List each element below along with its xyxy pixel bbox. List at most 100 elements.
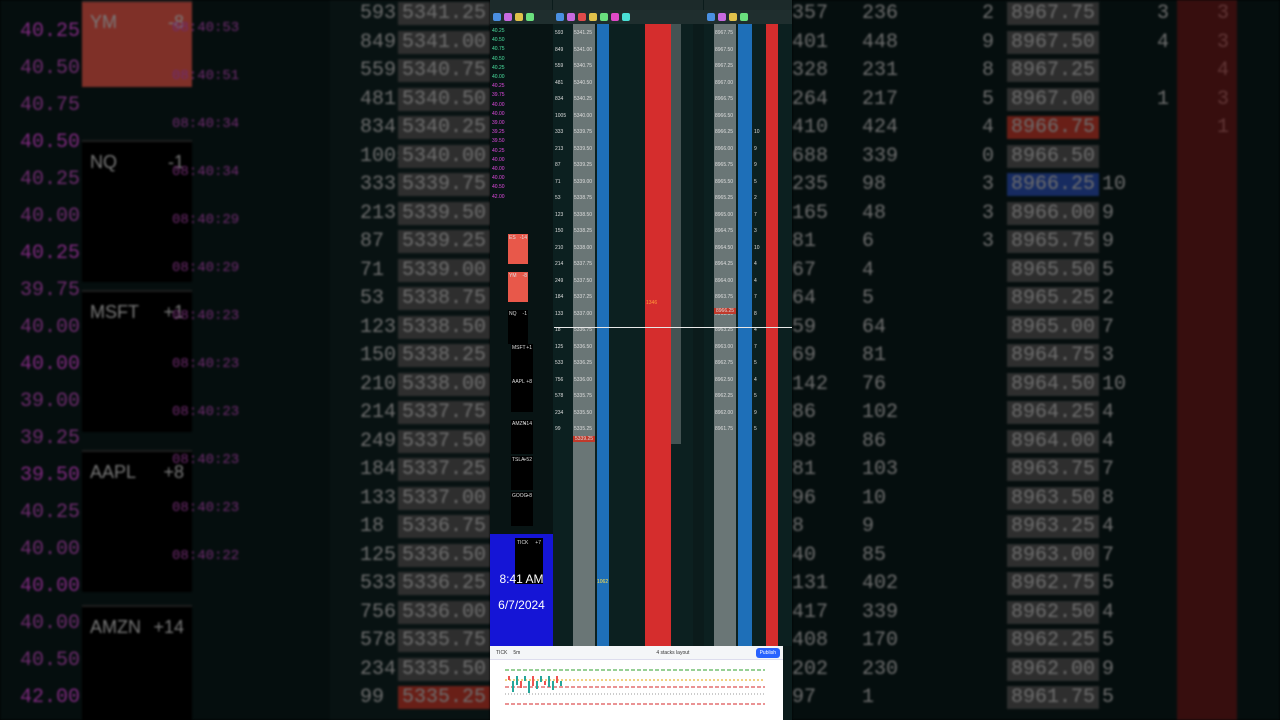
candle <box>560 681 562 686</box>
pencil-icon[interactable] <box>740 13 748 21</box>
link-icon[interactable] <box>556 13 564 21</box>
bg-dom-qty: 849 <box>360 30 397 54</box>
dom2-toolbar <box>704 10 792 24</box>
dom-price: 5337.75 <box>574 261 593 267</box>
chart-canvas[interactable] <box>490 660 783 720</box>
bg-dom-price: 5338.25 <box>398 344 490 367</box>
symbol-search[interactable]: TICK <box>496 650 507 656</box>
bg-r-qty: 328 <box>792 59 829 82</box>
settings-icon[interactable] <box>515 13 523 21</box>
dom-qty: 53 <box>555 195 561 201</box>
dom-bid: 10 <box>754 129 760 135</box>
mini-tile-change: +14 <box>523 421 532 427</box>
bg-dom-qty: 53 <box>360 287 385 310</box>
discord-icon[interactable] <box>718 13 726 21</box>
bg-ts-price: 40.25 <box>20 242 81 265</box>
bg-r-vol: 76 <box>862 372 887 396</box>
bg-r-price: 8967.25 <box>1007 59 1100 82</box>
dom-bid: 5 <box>754 178 757 185</box>
dom-qty: 578 <box>555 393 564 399</box>
bg-r-vol: 217 <box>862 87 899 111</box>
bg-dom-qty: 559 <box>360 59 397 82</box>
bg-dom-price: 5340.25 <box>398 116 490 139</box>
dollar-icon[interactable] <box>622 13 630 21</box>
dom-price: 8962.00 <box>715 409 734 416</box>
bg-ts-price: 39.25 <box>20 427 81 450</box>
discord-icon[interactable] <box>504 13 512 21</box>
bg-ts-price: 40.25 <box>20 20 81 43</box>
dom-price: 5335.25 <box>574 426 593 432</box>
mini-tile-change: +1 <box>526 345 532 351</box>
mini-symbol-tile: NQ -1 <box>508 310 528 344</box>
layout-selector[interactable]: 4 stacks layout <box>656 650 689 656</box>
bg-r-vol: 9 <box>862 515 875 538</box>
dom-price: 5338.00 <box>574 244 593 251</box>
pin-icon[interactable] <box>611 13 619 21</box>
nq-dom-ladder[interactable]: 8967.75 8967.50 8967.25 8967.00 8966.75 8966.… <box>704 24 792 646</box>
chart-toolbar: TICK 5m 4 stacks layout <box>490 646 783 660</box>
dom-price: 5341.25 <box>574 30 593 36</box>
ts-row: 39.75 <box>492 92 510 98</box>
dom-qty: 71 <box>555 178 561 185</box>
ts-row: 40.75 <box>492 46 510 52</box>
dom-price: 5340.75 <box>574 63 593 69</box>
bg-r-bid: 7 <box>1102 458 1115 481</box>
bg-r-qty: 69 <box>792 344 817 367</box>
bg-dom-qty: 578 <box>360 629 397 652</box>
tick-chart[interactable]: TICK 5m 4 stacks layout Publish <box>490 646 783 720</box>
bg-dom-price: 5339.75 <box>398 173 490 196</box>
discord-icon[interactable] <box>567 13 575 21</box>
dom-price: 5339.00 <box>574 178 593 185</box>
bg-r-qty: 40 <box>792 543 817 567</box>
bg-r-vol: 402 <box>862 572 899 595</box>
candle <box>536 681 538 689</box>
lock-icon[interactable] <box>729 13 737 21</box>
bg-tile-symbol: AAPL <box>90 462 137 482</box>
bg-r-price: 8965.00 <box>1007 315 1100 339</box>
dom-qty: 249 <box>555 277 564 284</box>
clock-time: 8:41 AM <box>499 572 544 586</box>
dom-price: 8964.25 <box>715 261 734 267</box>
bg-r-qty: 86 <box>792 401 817 424</box>
link-icon[interactable] <box>493 13 501 21</box>
pencil-icon[interactable] <box>600 13 608 21</box>
dom-price: 5335.75 <box>574 393 593 399</box>
mini-tile-change: -1 <box>522 311 527 317</box>
bg-r-vol: 424 <box>862 116 899 139</box>
large-volume-es-2: 1062 <box>597 579 609 585</box>
dom-price: 8961.75 <box>715 426 734 432</box>
interval-selector[interactable]: 5m <box>513 650 520 656</box>
bg-r-vol: 64 <box>862 315 887 339</box>
dom-price: 8964.00 <box>715 277 734 284</box>
bg-r-bid: 4 <box>1102 600 1115 624</box>
lock-icon[interactable] <box>589 13 597 21</box>
mini-tile-symbol: GOOG <box>512 493 528 499</box>
bg-tile-symbol: NQ <box>90 152 117 172</box>
mini-tile-symbol: MSFT <box>512 345 526 351</box>
bg-ts-time: 08:40:22 <box>172 548 240 564</box>
bg-r-bid: 5 <box>1102 629 1115 652</box>
ts-row: 39.00 <box>492 120 510 126</box>
bg-dom-price: 5336.50 <box>398 543 490 567</box>
dom-price: 8967.50 <box>715 46 734 53</box>
bg-dom-price: 5335.75 <box>398 629 490 652</box>
mini-tile-symbol: NQ <box>509 311 517 317</box>
bg-dom-price: 5337.50 <box>398 429 490 453</box>
bg-r-price: 8962.75 <box>1007 572 1100 595</box>
bg-r-side: 9 <box>982 30 995 54</box>
bg-dom-qty: 834 <box>360 116 397 139</box>
bg-r-bid: 10 <box>1102 372 1127 396</box>
record-icon[interactable] <box>578 13 586 21</box>
es-dom-ladder[interactable]: 593 5341.25 849 5341.00 559 5340.75 481 5340.50… <box>553 24 693 646</box>
bg-dom-price: 5335.25 <box>398 686 490 709</box>
candle <box>556 676 558 683</box>
bg-r-qty: 408 <box>792 629 829 652</box>
dom-price: 5337.25 <box>574 294 593 300</box>
dom-price: 8967.75 <box>715 30 734 36</box>
pencil-icon[interactable] <box>526 13 534 21</box>
link-icon[interactable] <box>707 13 715 21</box>
bg-r-price: 8963.50 <box>1007 486 1100 510</box>
bg-dom-price: 5338.75 <box>398 287 490 310</box>
publish-button[interactable]: Publish <box>755 648 780 658</box>
bg-r-price: 8963.00 <box>1007 543 1100 567</box>
